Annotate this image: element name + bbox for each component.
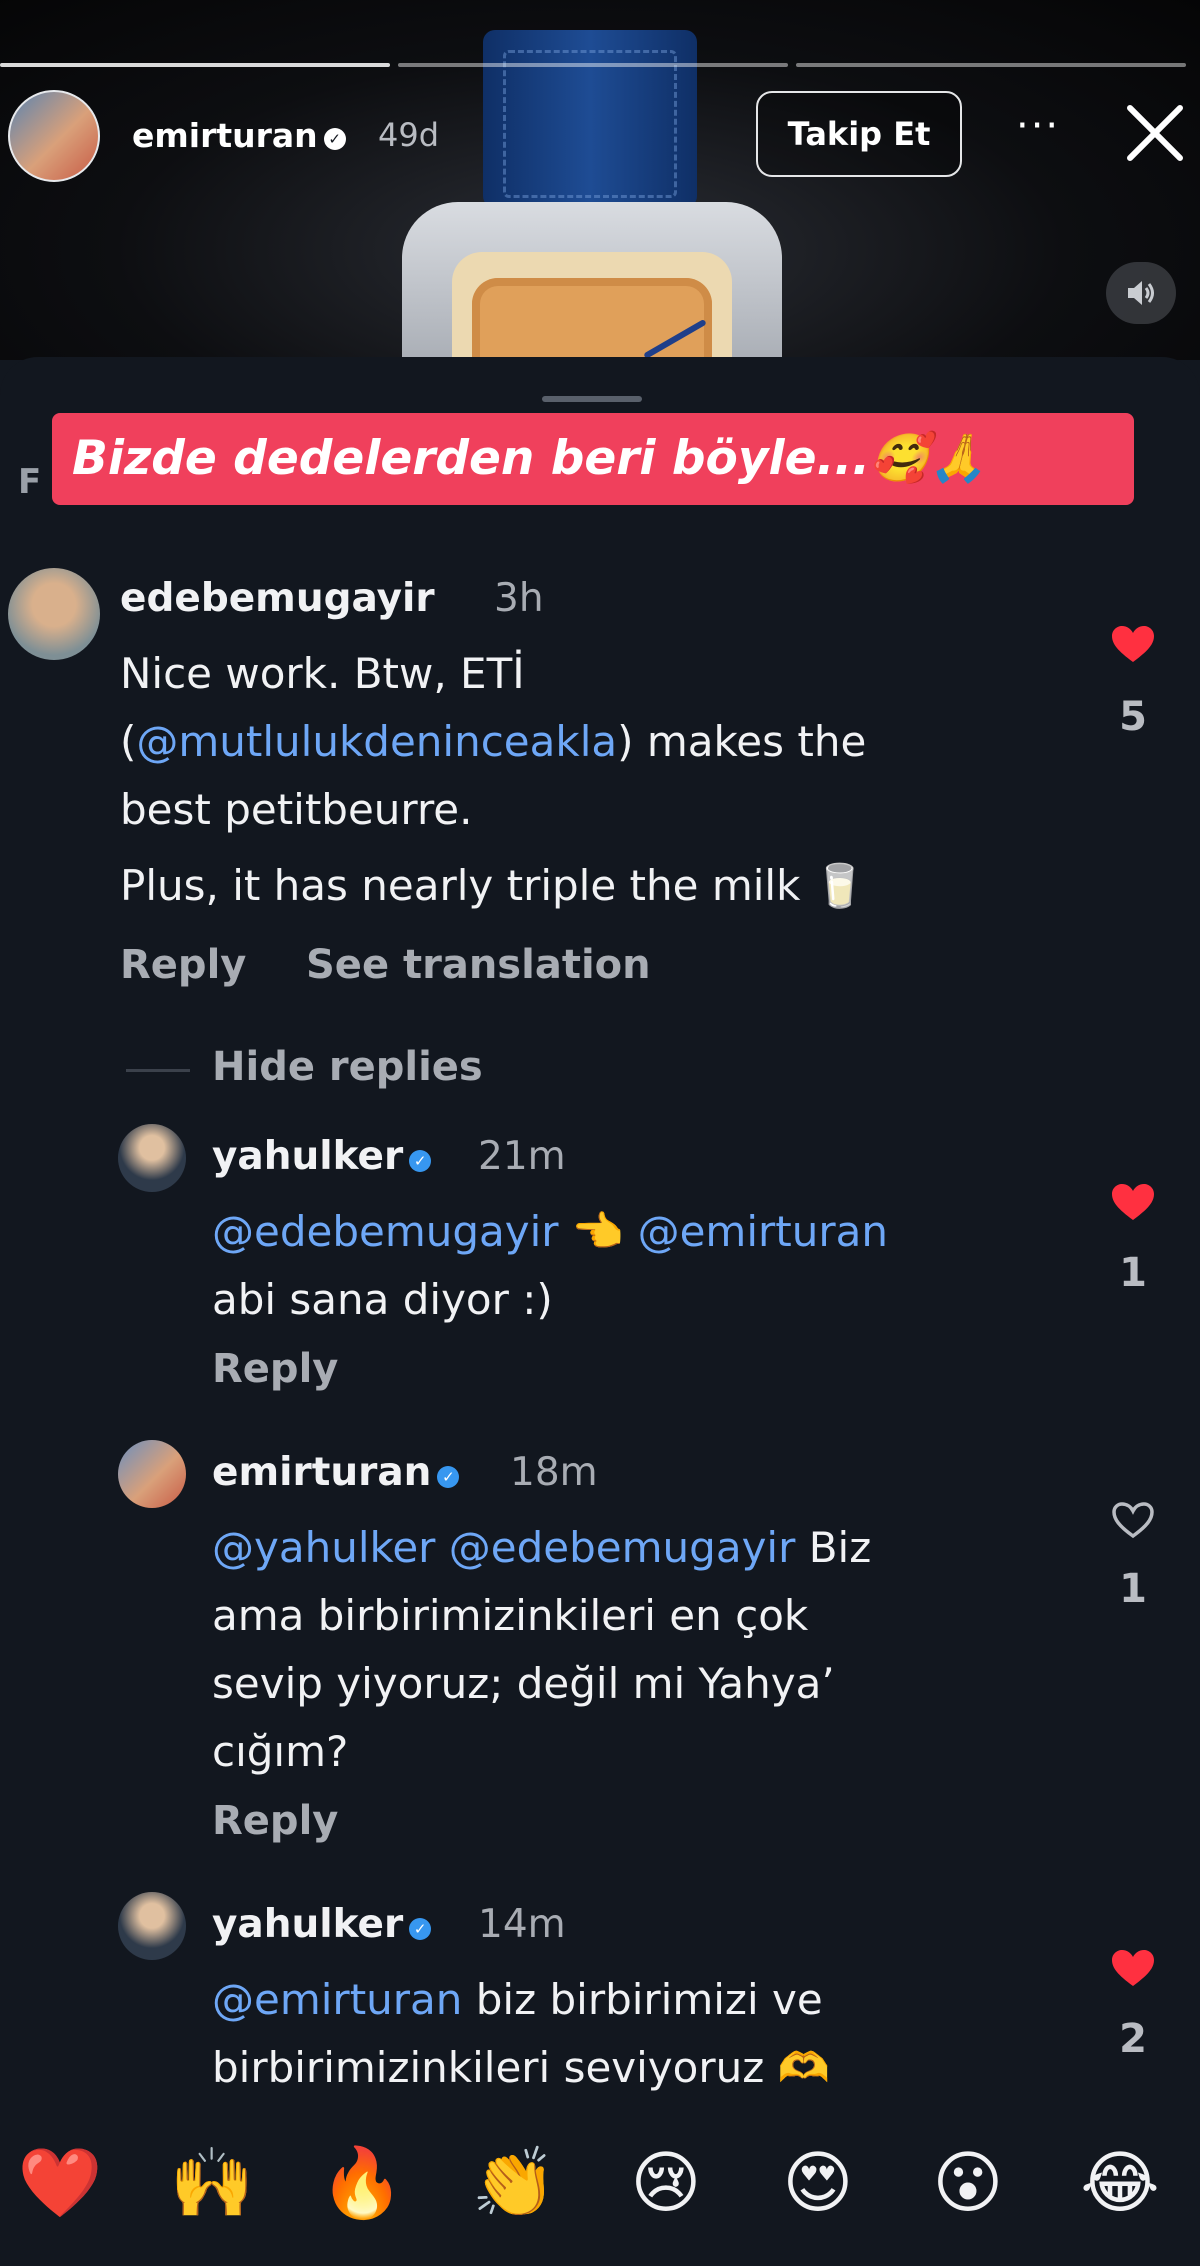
story-time: 49d <box>378 116 440 154</box>
clapping-hands-emoji[interactable]: 👏 <box>464 2134 564 2234</box>
verified-icon: ✓ <box>323 128 346 150</box>
verified-icon: ✓ <box>409 1918 432 1940</box>
comment-time: 3h <box>494 576 544 621</box>
comment-avatar[interactable] <box>8 568 100 660</box>
reply-time: 14m <box>478 1902 566 1947</box>
reply-username[interactable]: yahulker ✓ <box>212 1134 432 1179</box>
reply-avatar[interactable] <box>118 1440 186 1508</box>
story-username-text: emirturan <box>132 116 318 155</box>
tears-of-joy-emoji[interactable]: 😂 <box>1070 2134 1170 2234</box>
reply-text: ama birbirimizinkileri en çok sevip yiyo… <box>212 1591 835 1776</box>
sound-icon[interactable] <box>1106 262 1176 324</box>
surprised-face-emoji[interactable]: 😮 <box>918 2134 1018 2234</box>
story-progress-bar <box>398 63 788 67</box>
reply-username-text: yahulker <box>212 1902 404 1947</box>
reply-username[interactable]: emirturan ✓ <box>212 1450 460 1495</box>
sheet-title-fragment: F <box>18 462 42 502</box>
story-text-banner: Bizde dedelerden beri böyle...🥰🙏 <box>52 413 1134 505</box>
mention-link[interactable]: @yahulker <box>212 1523 435 1572</box>
reply-username-text: yahulker <box>212 1134 404 1179</box>
heart-eyes-emoji[interactable]: 😍 <box>768 2134 868 2234</box>
story-progress-bar <box>0 63 390 67</box>
red-heart-emoji[interactable]: ❤️ <box>10 2134 110 2234</box>
comment-text-line: Nice work. Btw, ETİ <box>120 649 525 698</box>
fire-emoji[interactable]: 🔥 <box>312 2134 412 2234</box>
follow-button[interactable]: Takip Et <box>756 91 962 177</box>
story-avatar[interactable] <box>8 90 100 182</box>
reply-username[interactable]: yahulker ✓ <box>212 1902 432 1947</box>
comment-text: Plus, it has nearly triple the milk 🥛 <box>120 852 866 920</box>
comment-username[interactable]: edebemugayir <box>120 576 435 621</box>
mention-link[interactable]: @edebemugayir <box>212 1207 559 1256</box>
comment-text: Nice work. Btw, ETİ <box>120 640 525 708</box>
mention-link[interactable]: @emirturan <box>212 1975 462 2024</box>
watch-strap-image <box>483 30 697 208</box>
heart-filled-icon[interactable] <box>1110 1182 1156 1222</box>
reply-time: 18m <box>510 1450 598 1495</box>
raising-hands-emoji[interactable]: 🙌 <box>162 2134 262 2234</box>
reply-text: @emirturan biz birbirimizi ve <box>212 1966 823 2034</box>
comment-text: best petitbeurre. <box>120 776 473 844</box>
reply-text-fragment: biz birbirimizi ve <box>475 1975 823 2024</box>
emoji-reaction-bar: ❤️ 🙌 🔥 👏 😢 😍 😮 😂 <box>0 2104 1200 2266</box>
reply-text-fragment: Biz <box>808 1523 872 1572</box>
story-username[interactable]: emirturan ✓ <box>132 116 346 155</box>
reply-time: 21m <box>478 1134 566 1179</box>
crying-face-emoji[interactable]: 😢 <box>616 2134 716 2234</box>
reply-text: @yahulker @edebemugayir Biz <box>212 1514 871 1582</box>
mention-link[interactable]: @emirturan <box>638 1207 888 1256</box>
reply-button[interactable]: Reply <box>212 1798 338 1844</box>
like-count: 1 <box>1119 1250 1147 1296</box>
see-translation-button[interactable]: See translation <box>306 942 651 988</box>
comment-text: (@mutlulukdeninceakla) makes the <box>120 708 866 776</box>
like-count: 2 <box>1119 2016 1147 2062</box>
pointing-hand-emoji: 👈 <box>571 1207 625 1256</box>
mention-link[interactable]: @mutlulukdeninceakla <box>136 717 617 766</box>
like-count: 5 <box>1119 694 1147 740</box>
heart-filled-icon[interactable] <box>1110 624 1156 664</box>
verified-icon: ✓ <box>409 1150 432 1172</box>
comment-text-fragment: ( <box>120 717 137 766</box>
heart-filled-icon[interactable] <box>1110 1948 1156 1988</box>
sheet-handle[interactable] <box>542 396 642 402</box>
reply-text: abi sana diyor :) <box>212 1275 553 1324</box>
comment-text-line: Plus, it has nearly triple the milk 🥛 <box>120 861 867 910</box>
story-media[interactable] <box>0 0 1200 360</box>
reply-username-text: emirturan <box>212 1450 432 1495</box>
mention-link[interactable]: @edebemugayir <box>449 1523 796 1572</box>
like-count: 1 <box>1119 1566 1147 1612</box>
reply-avatar[interactable] <box>118 1892 186 1960</box>
comment-text-fragment: ) makes the <box>617 717 867 766</box>
verified-icon: ✓ <box>437 1466 460 1488</box>
close-icon[interactable] <box>1124 102 1186 164</box>
story-progress-bar <box>796 63 1186 67</box>
reply-avatar[interactable] <box>118 1124 186 1192</box>
heart-outline-icon[interactable] <box>1110 1500 1156 1540</box>
reply-button[interactable]: Reply <box>212 1346 338 1392</box>
replies-divider <box>126 1069 190 1072</box>
hide-replies-button[interactable]: Hide replies <box>212 1044 483 1090</box>
reply-text: birbirimizinkileri seviyoruz 🫶 <box>212 2043 830 2092</box>
reply-text: @edebemugayir 👈 @emirturan <box>212 1198 888 1266</box>
biscuit-image <box>472 278 712 360</box>
more-options-icon[interactable]: ··· <box>1016 103 1060 149</box>
reply-button[interactable]: Reply <box>120 942 246 988</box>
comment-text-line: best petitbeurre. <box>120 785 473 834</box>
